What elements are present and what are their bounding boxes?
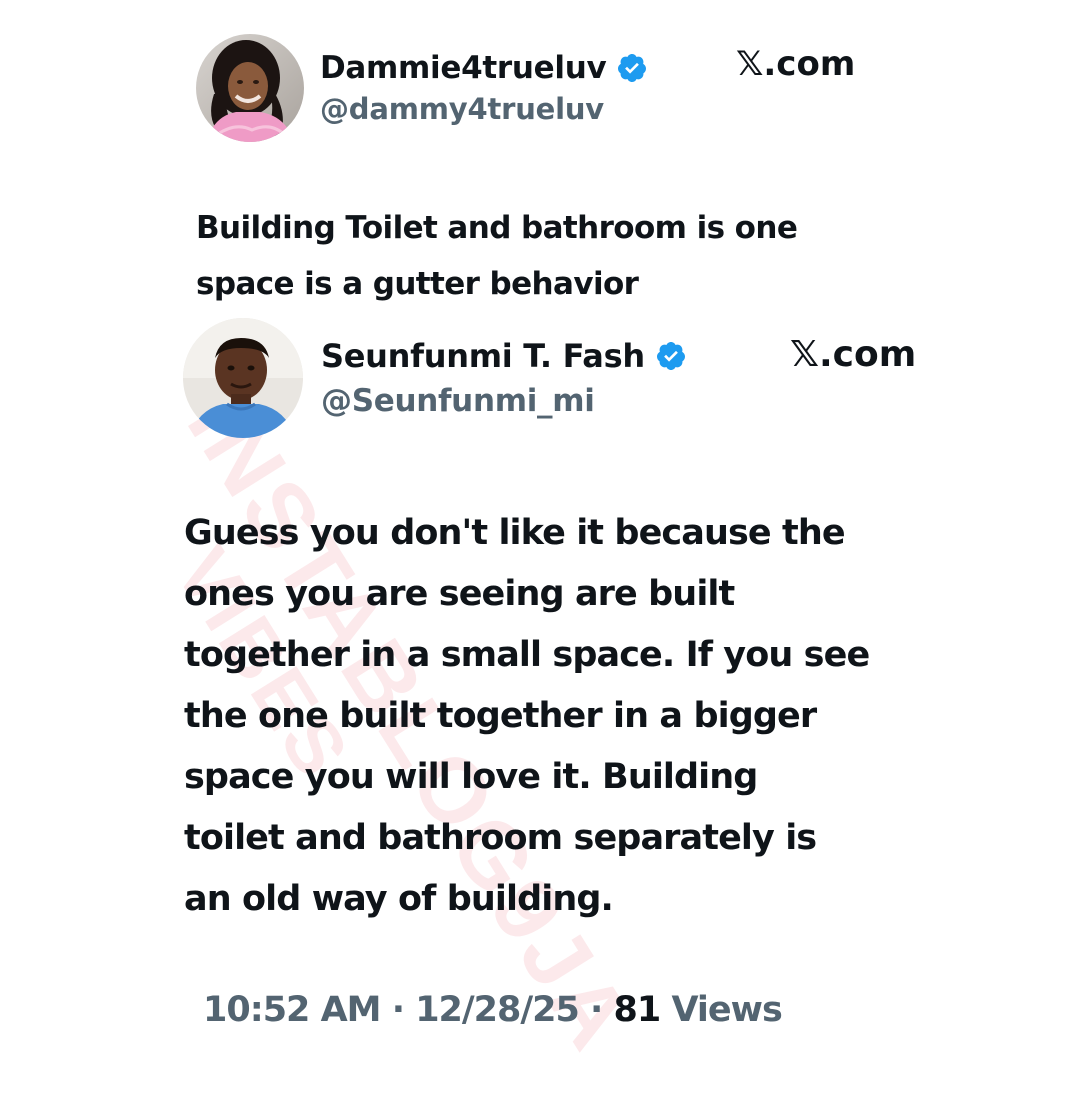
man-portrait-avatar-icon <box>183 318 303 438</box>
tweet-meta: 10:52 AM · 12/28/25 · 81 Views <box>203 990 783 1030</box>
avatar[interactable] <box>183 318 303 438</box>
tweet-text-line: Guess you don't like it because the <box>184 513 846 553</box>
tweet-time[interactable]: 10:52 AM <box>203 990 382 1030</box>
reply-tweet-header: Seunfunmi T. Fash @Seunfunmi_mi <box>183 318 687 438</box>
tweet-text-line: toilet and bathroom separately is <box>184 818 817 858</box>
views-label: Views <box>671 990 782 1030</box>
views-count: 81 <box>613 990 662 1030</box>
meta-separator: · <box>380 990 416 1030</box>
original-tweet-text: Building Toilet and bathroom is one spac… <box>196 200 956 312</box>
tweet-text-line: together in a small space. If you see <box>184 635 870 675</box>
handle[interactable]: @Seunfunmi_mi <box>321 383 687 419</box>
reply-tweet-text: Guess you don't like it because the ones… <box>184 503 984 930</box>
avatar[interactable] <box>196 34 304 142</box>
display-name-row: Seunfunmi T. Fash <box>321 337 687 375</box>
display-name[interactable]: Seunfunmi T. Fash <box>321 337 645 375</box>
tweet-text-line: space you will love it. Building <box>184 757 758 797</box>
author-names: Seunfunmi T. Fash @Seunfunmi_mi <box>321 337 687 419</box>
x-site-label: 𝕏.com <box>790 334 917 375</box>
tweet-text-line: space is a gutter behavior <box>196 266 639 302</box>
display-name-row: Dammie4trueluv <box>320 50 648 86</box>
tweet-text-line: ones you are seeing are built <box>184 574 735 614</box>
tweet-text-line: the one built together in a bigger <box>184 696 817 736</box>
meta-separator: · <box>578 990 614 1030</box>
handle[interactable]: @dammy4trueluv <box>320 92 648 126</box>
display-name[interactable]: Dammie4trueluv <box>320 50 607 86</box>
verified-badge-icon <box>655 340 687 372</box>
author-names: Dammie4trueluv @dammy4trueluv <box>320 50 648 126</box>
x-site-label: 𝕏.com <box>736 44 856 84</box>
tweet-date[interactable]: 12/28/25 <box>415 990 580 1030</box>
tweet-text-line: an old way of building. <box>184 879 614 919</box>
verified-badge-icon <box>616 52 648 84</box>
screenshot-canvas: INSTABLOG9JA VIBES Dammie4trueluv @dammy… <box>0 0 1080 1080</box>
tweet-text-line: Building Toilet and bathroom is one <box>196 210 798 246</box>
original-tweet-header: Dammie4trueluv @dammy4trueluv <box>196 34 648 142</box>
woman-portrait-avatar-icon <box>196 34 304 142</box>
